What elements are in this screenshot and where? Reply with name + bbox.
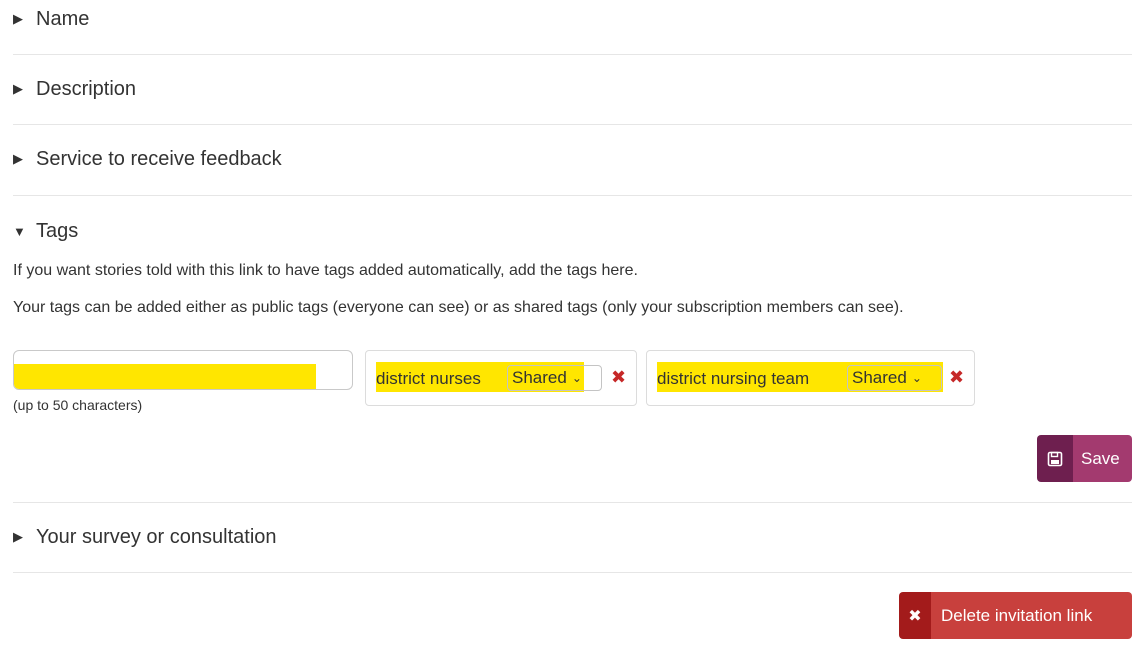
section-tags-toggle[interactable]: ▼ Tags xyxy=(13,218,1132,244)
chevron-down-icon: ⌄ xyxy=(571,371,582,385)
expand-arrow-icon: ▶ xyxy=(13,11,23,26)
section-service-toggle[interactable]: ▶ Service to receive feedback xyxy=(13,146,1132,172)
remove-tag-icon[interactable]: ✖ xyxy=(949,367,964,388)
section-description-toggle[interactable]: ▶ Description xyxy=(13,76,1132,102)
tag-input-box xyxy=(13,350,353,390)
section-survey-label: Your survey or consultation xyxy=(36,525,277,548)
section-service-label: Service to receive feedback xyxy=(36,147,282,170)
tag-visibility-select[interactable]: Shared ⌄ xyxy=(507,365,602,391)
tag-visibility-value: Shared xyxy=(512,368,567,387)
tag-input[interactable] xyxy=(14,351,352,389)
tag-label: district nurses xyxy=(376,369,481,388)
divider xyxy=(13,54,1132,55)
close-icon: ✖ xyxy=(899,592,931,639)
tag-label: district nursing team xyxy=(657,369,810,388)
chevron-down-icon: ⌄ xyxy=(911,371,922,385)
delete-invitation-link-button[interactable]: ✖ Delete invitation link xyxy=(899,592,1132,639)
section-survey-toggle[interactable]: ▶ Your survey or consultation xyxy=(13,524,1132,550)
save-icon xyxy=(1037,435,1073,482)
expand-arrow-icon: ▶ xyxy=(13,81,23,96)
tag-visibility-select[interactable]: Shared ⌄ xyxy=(847,365,942,391)
divider xyxy=(13,195,1132,196)
expand-arrow-icon: ▶ xyxy=(13,529,23,544)
divider xyxy=(13,124,1132,125)
divider xyxy=(13,502,1132,503)
delete-button-label: Delete invitation link xyxy=(931,592,1132,639)
remove-tag-icon[interactable]: ✖ xyxy=(611,367,626,388)
section-description-label: Description xyxy=(36,77,137,100)
collapse-arrow-icon: ▼ xyxy=(13,223,26,239)
tag-visibility-value: Shared xyxy=(852,368,907,387)
section-name-label: Name xyxy=(36,7,90,30)
save-button-label: Save xyxy=(1073,435,1132,482)
expand-arrow-icon: ▶ xyxy=(13,151,23,166)
tag-input-hint: (up to 50 characters) xyxy=(13,397,143,413)
tag-chip: district nursing team Shared ⌄ ✖ xyxy=(646,350,975,406)
tags-intro-text: If you want stories told with this link … xyxy=(13,262,638,279)
section-tags-label: Tags xyxy=(36,219,79,242)
section-name-toggle[interactable]: ▶ Name xyxy=(13,6,1132,32)
save-button[interactable]: Save xyxy=(1037,435,1132,482)
divider xyxy=(13,572,1132,573)
tags-explanation-text: Your tags can be added either as public … xyxy=(13,299,904,316)
tag-chip: district nurses Shared ⌄ ✖ xyxy=(365,350,637,406)
